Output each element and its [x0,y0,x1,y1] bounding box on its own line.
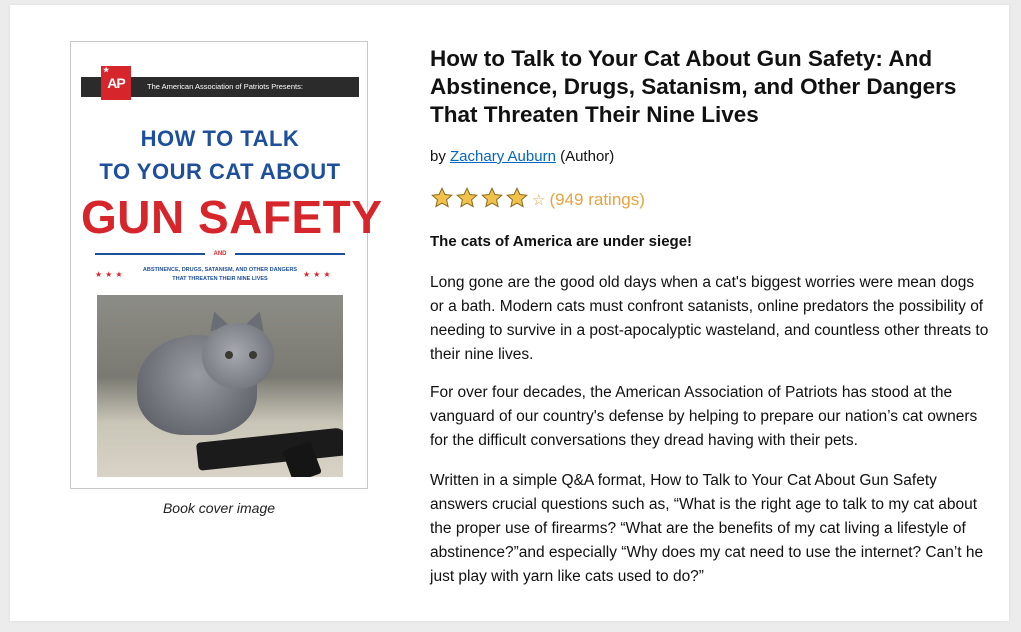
kitten-head [202,323,274,389]
cover-stars-left-icon: ★★★ [95,270,126,279]
book-cover-image[interactable]: The American Association of Patriots Pre… [81,52,383,480]
description-tagline: The cats of America are under siege! [430,233,693,250]
cover-title-line1: HOW TO TALK [140,126,300,151]
star-outline-icon: ☆ [532,192,546,209]
cover-title-line2: TO YOUR CAT ABOUT [99,159,341,184]
cover-subtitle: ABSTINENCE, DRUGS, SATANISM, AND OTHER D… [142,267,298,282]
star-filled-icon [431,186,453,208]
book-cover-frame[interactable]: The American Association of Patriots Pre… [70,41,383,489]
star-filled-icon [506,186,528,208]
kitten-photo [97,295,343,477]
cover-title-main: GUN SAFETY [81,191,383,243]
star-filled-icon [481,186,503,208]
by-prefix: by [430,148,451,165]
description-paragraph: For over four decades, the American Asso… [430,384,978,449]
rating-widget[interactable]: ☆ (949 ratings) [430,186,645,215]
star-filled-icon [456,186,478,208]
cover-and: AND [213,251,227,257]
kitten-eye [249,351,257,359]
cover-stars-right-icon: ★★★ [303,270,334,279]
rating-stars[interactable] [430,186,530,215]
author-role: (Author) [555,148,615,165]
cover-caption: Book cover image [162,500,276,516]
product-title: How to Talk to Your Cat About Gun Safety… [430,46,957,127]
logo-star-icon: ★ [103,67,109,74]
logo-text: AP [107,75,125,91]
author-link[interactable]: Zachary Auburn [450,148,556,165]
publisher-logo: ★ AP [101,66,131,100]
description-paragraph: Written in a simple Q&A format, How to T… [430,472,984,585]
rating-count[interactable]: (949 ratings) [549,190,644,210]
description-paragraph: Long gone are the good old days when a c… [430,274,989,363]
byline: by Zachary Auburn (Author) [430,148,614,165]
product-card: The American Association of Patriots Pre… [10,5,1009,621]
kitten-eye [225,351,233,359]
